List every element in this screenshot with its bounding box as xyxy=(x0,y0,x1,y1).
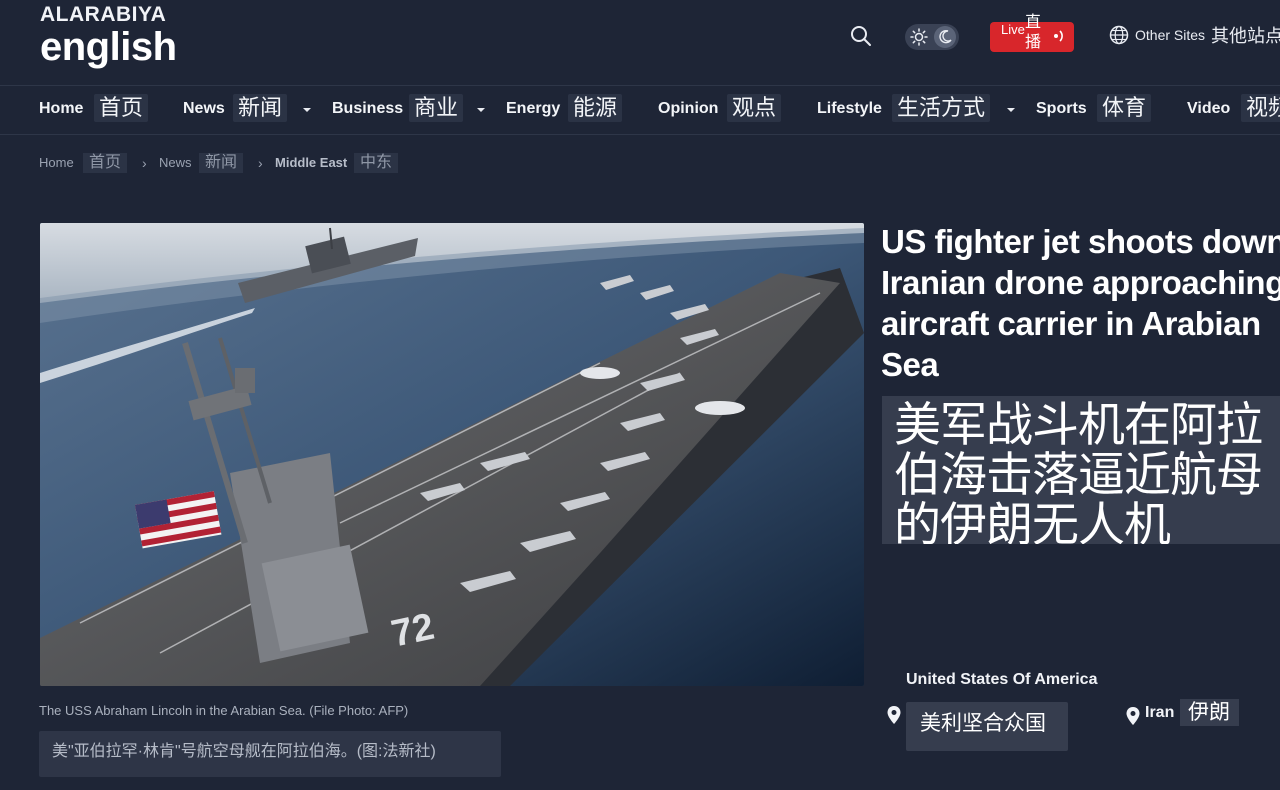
other-sites-label-zh: 其他站点 xyxy=(1211,26,1280,46)
nav-label-zh: 体育 xyxy=(1097,94,1152,122)
breadcrumb-middle-east[interactable]: Middle East xyxy=(275,151,347,175)
tag-iran[interactable]: Iran xyxy=(1145,704,1174,722)
nav-label-zh: 能源 xyxy=(568,94,623,122)
chevron-down-icon[interactable] xyxy=(302,106,312,114)
nav-label: Home xyxy=(39,100,84,117)
nav-label: Opinion xyxy=(658,100,719,117)
globe-icon xyxy=(1109,25,1129,45)
nav-label: Sports xyxy=(1036,100,1087,117)
article-headline: US fighter jet shoots down Iranian drone… xyxy=(881,223,1280,383)
nav-label: Energy xyxy=(506,100,561,117)
breadcrumb-home-zh: 首页 xyxy=(83,153,128,173)
nav-label-zh: 新闻 xyxy=(233,94,288,122)
image-caption: The USS Abraham Lincoln in the Arabian S… xyxy=(39,703,409,718)
article-hero-image: 72 xyxy=(40,223,864,686)
hull-number: 72 xyxy=(388,606,438,656)
nav-label: Business xyxy=(332,100,404,117)
breadcrumb-separator: › xyxy=(142,155,147,171)
live-button[interactable]: Live 直播 xyxy=(990,14,1074,52)
sun-icon xyxy=(910,28,928,46)
search-icon[interactable] xyxy=(849,24,873,48)
theme-toggle[interactable] xyxy=(905,24,959,50)
breadcrumb-separator: › xyxy=(258,155,263,171)
main-nav: Home 首页 News 新闻 Business 商业 Energy 能源 Op… xyxy=(0,86,1280,135)
tag-iran-zh[interactable]: 伊朗 xyxy=(1180,699,1239,726)
nav-label-zh: 生活方式 xyxy=(892,94,991,122)
article-headline-zh: 美军战斗机在阿拉伯海击落逼近航母的伊朗无人机 xyxy=(882,396,1280,544)
dark-mode-knob xyxy=(934,26,956,48)
breadcrumb-middle-east-zh: 中东 xyxy=(354,153,399,173)
site-logo[interactable]: ALARABIYA english xyxy=(40,3,177,69)
nav-label-zh: 首页 xyxy=(94,94,149,122)
logo-english: english xyxy=(40,25,177,69)
live-label-zh: 直播 xyxy=(1025,14,1042,51)
nav-label-zh: 观点 xyxy=(727,94,782,122)
location-pin-icon xyxy=(887,706,901,724)
nav-label: News xyxy=(183,100,225,117)
tag-usa[interactable]: 美利坚合众国 xyxy=(906,702,1068,751)
logo-alarabiya: ALARABIYA xyxy=(40,3,167,26)
live-label: Live xyxy=(1001,22,1025,37)
other-sites-label: Other Sites xyxy=(1135,27,1206,43)
breadcrumb-home[interactable]: Home xyxy=(39,151,74,175)
nav-label: Video xyxy=(1187,100,1231,117)
tag-usa-label[interactable]: United States Of America xyxy=(906,671,1097,689)
top-bar: ALARABIYA english Live 直播 Other Sites 其他… xyxy=(0,0,1280,86)
chevron-down-icon[interactable] xyxy=(1006,106,1016,114)
nav-label-zh: 商业 xyxy=(409,94,464,122)
breadcrumb-news-zh: 新闻 xyxy=(199,153,244,173)
chevron-down-icon[interactable] xyxy=(476,106,486,114)
location-pin-icon xyxy=(1126,707,1140,725)
image-caption-zh: 美"亚伯拉罕·林肯"号航空母舰在阿拉伯海。(图:法新社) xyxy=(39,731,501,777)
breadcrumb-news[interactable]: News xyxy=(159,151,192,175)
nav-label: Lifestyle xyxy=(817,100,882,117)
nav-label-zh: 视频 xyxy=(1241,94,1280,122)
live-broadcast-icon xyxy=(1054,30,1063,42)
aircraft-carrier-photo: 72 xyxy=(40,223,864,686)
moon-icon xyxy=(939,29,952,44)
